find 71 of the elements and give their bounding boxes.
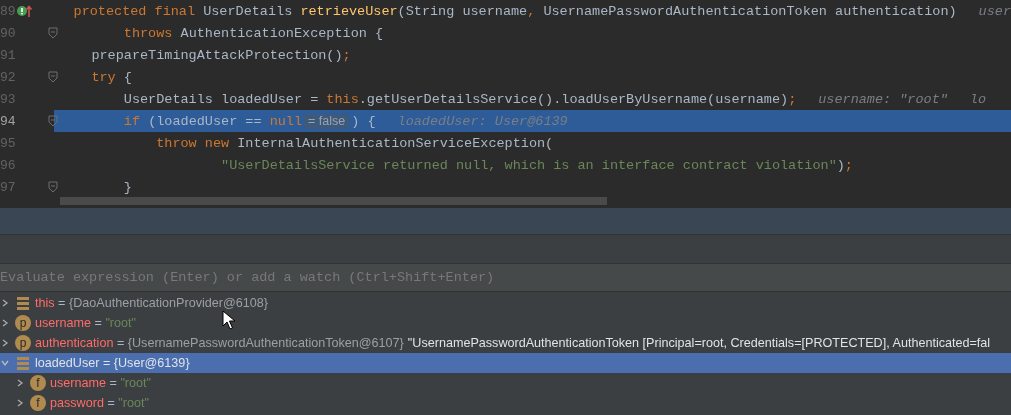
expand-chevron-icon[interactable]	[0, 318, 10, 328]
variable-badge: f	[30, 395, 46, 411]
line-number: 89	[0, 3, 16, 19]
variable-entry: username = "root"	[50, 376, 152, 390]
line-number: 97	[0, 179, 17, 195]
code-text: {	[123, 69, 132, 85]
code-keyword: ;	[844, 157, 853, 173]
line-number: 91	[0, 47, 17, 63]
variable-entry: authentication = {UsernamePasswordAuthenticationToken@6107} "UsernamePasswordAuthenticationToken [Principal=root, Credentials=[PROTECTED], Authenticated=fal	[35, 336, 991, 350]
fold-icon[interactable]	[48, 115, 58, 127]
line-number: 95	[0, 135, 17, 151]
expand-chevron-icon[interactable]	[15, 398, 25, 408]
code-text: (loadedUser ==	[148, 113, 263, 129]
code-keyword: protected final	[72, 3, 197, 19]
code-text: UserDetails	[203, 3, 294, 19]
local-variable-icon	[15, 295, 31, 311]
inline-hint: user	[978, 3, 1011, 19]
method-name: retrieveUser	[300, 3, 398, 19]
code-text: UserDetails loadedUser =	[122, 91, 320, 107]
variable-row[interactable]: f password = "root"	[0, 393, 1011, 413]
line-number: 93	[0, 91, 17, 107]
variable-entry: password = "root"	[50, 396, 149, 410]
code-text: prepareTimingAttackProtection()	[90, 47, 343, 63]
code-text: )	[836, 157, 845, 173]
variable-row[interactable]: f username = "root"	[0, 373, 1011, 393]
expand-chevron-icon[interactable]	[0, 338, 10, 348]
line-number: 96	[0, 157, 17, 173]
code-keyword: ;	[788, 91, 797, 107]
collapse-chevron-icon[interactable]	[0, 358, 10, 368]
expand-chevron-icon[interactable]	[15, 378, 25, 388]
code-text: AuthenticationException {	[180, 25, 384, 41]
code-text: ) {	[351, 113, 376, 129]
fold-icon[interactable]	[48, 27, 58, 39]
code-text: UsernamePasswordAuthenticationToken authentication)	[543, 3, 957, 19]
code-keyword: try	[90, 69, 117, 85]
code-keyword: throws	[122, 25, 174, 41]
inline-value: = false	[304, 113, 350, 129]
line-number: 94	[0, 113, 17, 129]
inline-hint: loadedUser: User@6139	[397, 113, 568, 129]
code-keyword: throw new	[155, 135, 231, 151]
local-variable-icon	[15, 355, 31, 371]
code-keyword: null	[269, 113, 303, 129]
code-text: }	[122, 179, 132, 195]
variable-entry: loadedUser = {User@6139}	[35, 356, 190, 370]
variable-row[interactable]: p username = "root"	[0, 313, 1011, 333]
variable-badge: p	[15, 335, 31, 351]
variable-row[interactable]: p authentication = {UsernamePasswordAuthenticationToken@6107} "UsernamePasswordAuthenticationToken [Principal=root, Credentials=[PROTECTED], Authenticated=fal	[0, 333, 1011, 353]
string-literal: "UserDetailsService returned null, which is an interface contract violation"	[220, 157, 837, 173]
inline-hint: lo	[969, 91, 987, 107]
expand-chevron-icon[interactable]	[0, 298, 10, 308]
variable-row[interactable]: this = {DaoAuthenticationProvider@6108}	[0, 293, 1011, 313]
fold-icon[interactable]	[48, 71, 58, 83]
code-text: (String username	[397, 3, 528, 19]
variable-entry: this = {DaoAuthenticationProvider@6108}	[35, 296, 268, 310]
variable-badge: f	[30, 375, 46, 391]
line-number: 92	[0, 69, 17, 85]
variable-row[interactable]: loadedUser = {User@6139}	[0, 353, 1011, 373]
variable-badge: p	[15, 315, 31, 331]
fold-icon[interactable]	[48, 181, 58, 193]
variable-entry: username = "root"	[35, 316, 137, 330]
code-keyword: if	[122, 113, 141, 129]
code-keyword: ,	[527, 3, 537, 19]
scrollbar-thumb[interactable]	[60, 197, 607, 205]
code-keyword: ;	[342, 47, 351, 63]
code-text: InternalAuthenticationServiceException(	[237, 135, 554, 151]
override-icon[interactable]	[15, 4, 34, 18]
mouse-pointer-icon	[222, 310, 236, 330]
code-text: .getUserDetailsService().loadUserByUsername(username)	[358, 91, 789, 107]
code-keyword: this	[326, 91, 359, 107]
line-number: 90	[0, 25, 17, 41]
inline-hint: username: "root"	[818, 91, 948, 107]
